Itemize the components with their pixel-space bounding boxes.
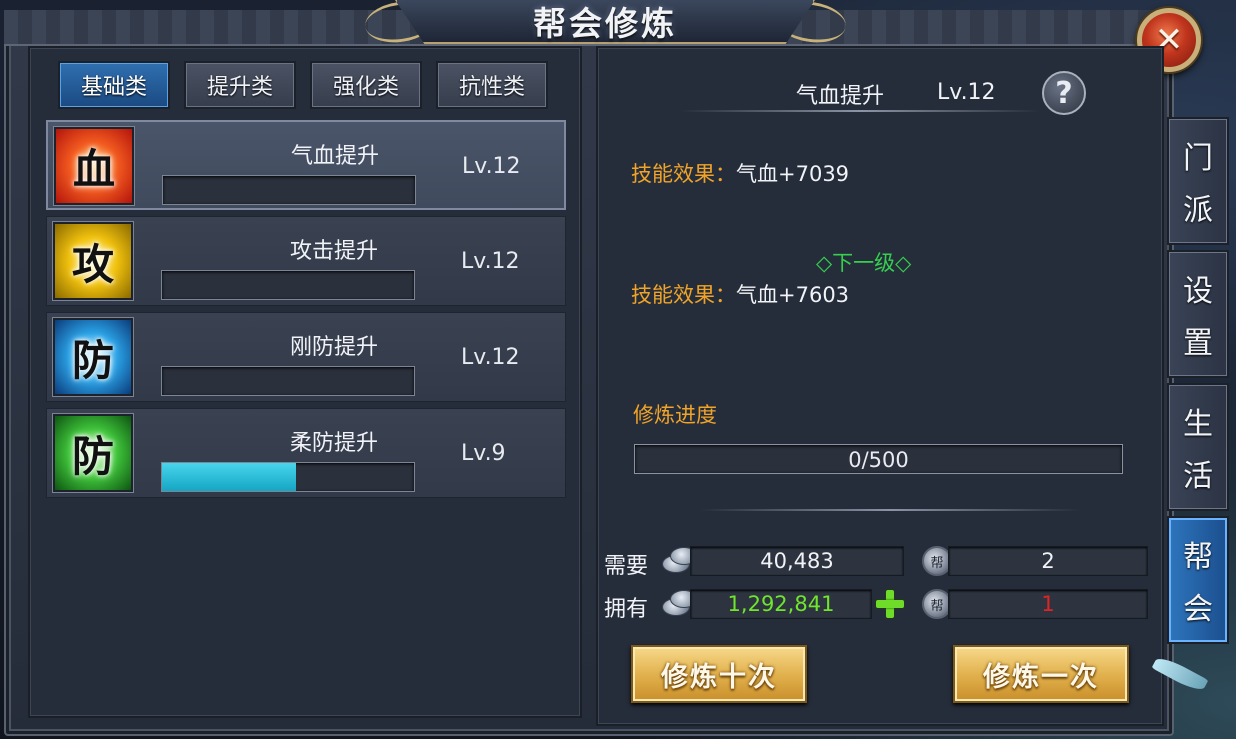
skill-progress-bar xyxy=(162,175,416,205)
side-tab-char: 活 xyxy=(1183,459,1213,494)
attack-icon: 攻 xyxy=(53,222,133,300)
skill-level: Lv.9 xyxy=(461,441,506,466)
side-tab-char: 设 xyxy=(1183,274,1213,309)
window-title: 帮会修炼 xyxy=(533,4,677,43)
blood-icon: 血 xyxy=(54,127,134,205)
magic-defense-icon: 防 xyxy=(53,414,133,492)
skill-icon-glyph: 防 xyxy=(71,335,114,385)
skill-icon-glyph: 攻 xyxy=(71,239,114,289)
next-effect: 技能效果：气血+7603 xyxy=(631,279,849,309)
skill-item-hp[interactable]: 血 气血提升 Lv.12 xyxy=(46,120,566,210)
skill-progress-fill xyxy=(162,463,296,491)
training-progress-label: 修炼进度 xyxy=(633,403,717,427)
add-silver-plus-icon[interactable] xyxy=(874,588,906,620)
have-silver-value: 1,292,841 xyxy=(690,589,872,619)
current-effect-label: 技能效果： xyxy=(631,162,736,186)
progress-divider xyxy=(700,509,1080,511)
train-once-button[interactable]: 修炼一次 xyxy=(953,645,1129,703)
need-silver-value: 40,483 xyxy=(690,546,904,576)
crane-ornament-icon xyxy=(1146,652,1216,712)
current-effect-value: 气血+7039 xyxy=(736,162,850,186)
detail-skill-name: 气血提升 xyxy=(796,84,885,109)
skill-item-magic-defense[interactable]: 防 柔防提升 Lv.9 xyxy=(46,408,566,498)
skill-name: 刚防提升 xyxy=(289,335,378,360)
need-label: 需要 xyxy=(604,554,649,579)
skill-progress-bar xyxy=(161,366,415,396)
help-icon[interactable]: ? xyxy=(1042,71,1086,115)
skill-detail-panel xyxy=(596,46,1164,726)
side-tab-life[interactable]: 生 活 xyxy=(1167,383,1229,511)
have-label: 拥有 xyxy=(604,597,649,622)
next-effect-label: 技能效果： xyxy=(631,283,736,307)
skill-icon-glyph: 血 xyxy=(72,144,115,194)
side-tab-char: 生 xyxy=(1183,407,1213,442)
skill-level: Lv.12 xyxy=(461,345,520,370)
side-tab-sect[interactable]: 门 派 xyxy=(1167,117,1229,245)
skill-name: 气血提升 xyxy=(290,144,379,169)
skill-name: 柔防提升 xyxy=(289,431,378,456)
skill-item-physical-defense[interactable]: 防 刚防提升 Lv.12 xyxy=(46,312,566,402)
category-tab-bar: 基础类 提升类 强化类 抗性类 xyxy=(58,61,548,109)
title-divider xyxy=(680,110,1040,112)
have-token-value: 1 xyxy=(948,589,1148,619)
side-tab-char: 派 xyxy=(1183,193,1213,228)
training-progress-text: 0/500 xyxy=(848,448,909,472)
training-progress-bar: 0/500 xyxy=(634,444,1123,474)
side-tab-settings[interactable]: 设 置 xyxy=(1167,250,1229,378)
detail-skill-level: Lv.12 xyxy=(937,80,996,105)
next-level-heading: ◇下一级◇ xyxy=(816,251,912,275)
tab-enhance[interactable]: 提升类 xyxy=(184,61,296,109)
skill-icon-glyph: 防 xyxy=(71,431,114,481)
side-tab-char: 置 xyxy=(1183,326,1213,361)
train-ten-times-button[interactable]: 修炼十次 xyxy=(631,645,807,703)
title-plaque: 帮会修炼 xyxy=(395,0,815,44)
side-tab-guild[interactable]: 帮 会 xyxy=(1167,516,1229,644)
side-tab-char: 帮 xyxy=(1183,540,1213,575)
tab-basic[interactable]: 基础类 xyxy=(58,61,170,109)
tab-resistance[interactable]: 抗性类 xyxy=(436,61,548,109)
skill-level: Lv.12 xyxy=(462,154,521,179)
next-effect-value: 气血+7603 xyxy=(736,283,850,307)
tab-strengthen[interactable]: 强化类 xyxy=(310,61,422,109)
skill-name: 攻击提升 xyxy=(289,239,378,264)
skill-list: 血 气血提升 Lv.12 攻 攻击提升 Lv.12 防 刚防提升 Lv.12 防… xyxy=(46,120,566,504)
side-tab-char: 会 xyxy=(1183,592,1213,627)
skill-progress-bar xyxy=(161,270,415,300)
skill-progress-bar xyxy=(161,462,415,492)
skill-level: Lv.12 xyxy=(461,249,520,274)
physical-defense-icon: 防 xyxy=(53,318,133,396)
need-token-value: 2 xyxy=(948,546,1148,576)
current-effect: 技能效果：气血+7039 xyxy=(631,158,849,188)
side-tab-char: 门 xyxy=(1183,141,1213,176)
skill-item-attack[interactable]: 攻 攻击提升 Lv.12 xyxy=(46,216,566,306)
